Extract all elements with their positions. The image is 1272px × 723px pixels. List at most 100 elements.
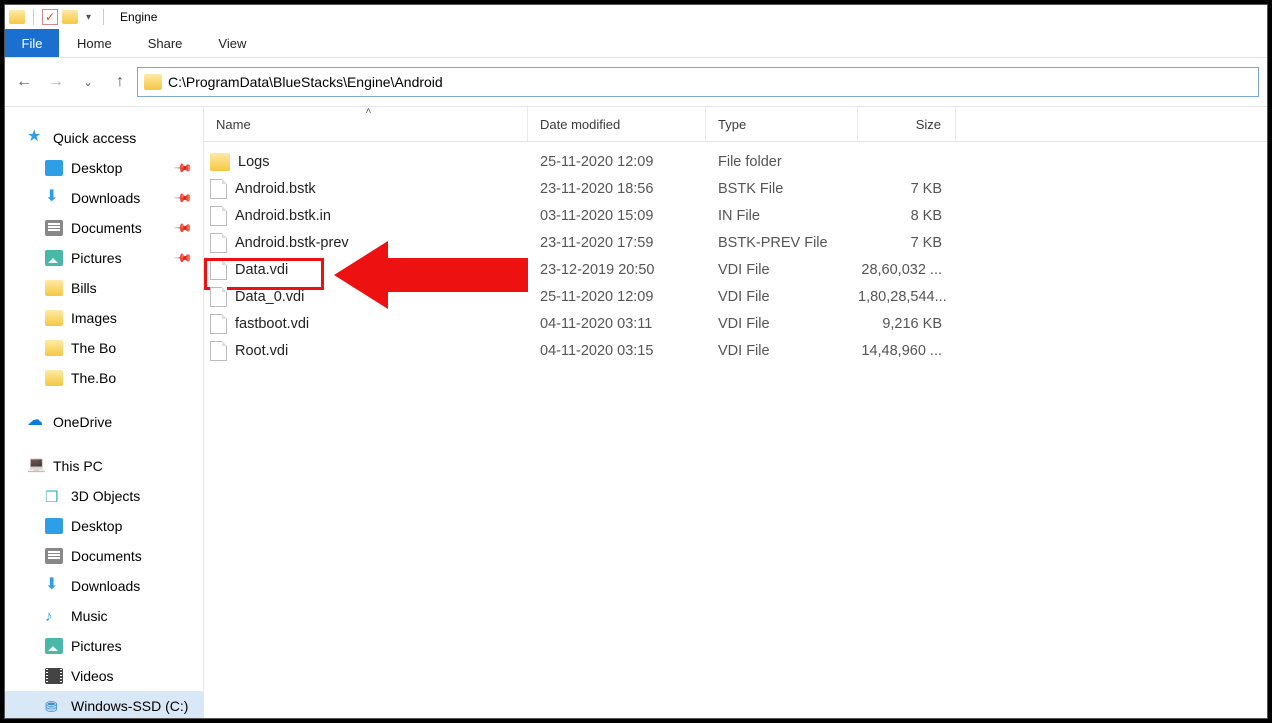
file-row[interactable]: Data_0.vdi25-11-2020 12:09VDI File1,80,2… bbox=[204, 283, 1267, 310]
sidebar-label: OneDrive bbox=[53, 414, 112, 430]
file-type: BSTK-PREV File bbox=[706, 235, 858, 251]
file-icon bbox=[210, 206, 227, 226]
pin-icon: 📌 bbox=[173, 248, 193, 268]
column-date[interactable]: Date modified bbox=[528, 107, 706, 141]
sidebar-item-label: Bills bbox=[71, 280, 97, 296]
file-row[interactable]: Logs25-11-2020 12:09File folder bbox=[204, 148, 1267, 175]
tab-home[interactable]: Home bbox=[59, 29, 130, 57]
file-row[interactable]: Android.bstk23-11-2020 18:56BSTK File7 K… bbox=[204, 175, 1267, 202]
file-name: Android.bstk.in bbox=[235, 208, 331, 224]
sort-ascending-icon: ˄ bbox=[366, 106, 372, 117]
forward-button[interactable]: → bbox=[41, 66, 71, 98]
sidebar-item-label: The Bo bbox=[71, 340, 116, 356]
video-icon bbox=[45, 668, 63, 684]
address-bar[interactable]: C:\ProgramData\BlueStacks\Engine\Android bbox=[137, 67, 1259, 97]
sidebar-item[interactable]: Desktop 📌 bbox=[5, 153, 203, 183]
sidebar-item[interactable]: Videos bbox=[5, 661, 203, 691]
navigation-pane: Quick access Desktop📌Downloads📌Documents… bbox=[5, 107, 204, 718]
pin-icon: 📌 bbox=[173, 158, 193, 178]
file-size: 7 KB bbox=[858, 235, 956, 251]
star-icon bbox=[27, 130, 45, 146]
sidebar-item[interactable]: The Bo bbox=[5, 333, 203, 363]
sidebar-item[interactable]: Documents 📌 bbox=[5, 213, 203, 243]
sidebar-label: This PC bbox=[53, 458, 103, 474]
sidebar-this-pc[interactable]: This PC bbox=[5, 451, 203, 481]
separator bbox=[103, 9, 104, 25]
folder-icon bbox=[45, 370, 63, 386]
file-type: VDI File bbox=[706, 343, 858, 359]
cube-icon bbox=[45, 488, 63, 504]
folder-icon bbox=[45, 280, 63, 296]
sidebar-item-label: Downloads bbox=[71, 190, 140, 206]
file-size: 14,48,960 ... bbox=[858, 343, 956, 359]
file-size: 8 KB bbox=[858, 208, 956, 224]
sidebar-item[interactable]: Pictures bbox=[5, 631, 203, 661]
file-date: 03-11-2020 15:09 bbox=[528, 208, 706, 224]
column-type[interactable]: Type bbox=[706, 107, 858, 141]
sidebar-item-label: Pictures bbox=[71, 638, 122, 654]
recent-dropdown-icon[interactable]: ⌄ bbox=[73, 66, 103, 98]
qat-properties-icon[interactable]: ✓ bbox=[42, 9, 58, 25]
sidebar-item[interactable]: The.Bo bbox=[5, 363, 203, 393]
music-icon bbox=[45, 608, 63, 624]
sidebar-item-label: Desktop bbox=[71, 160, 122, 176]
pic-icon bbox=[45, 638, 63, 654]
folder-icon bbox=[45, 310, 63, 326]
file-name: Data_0.vdi bbox=[235, 289, 304, 305]
ssd-icon bbox=[45, 698, 63, 714]
file-name: fastboot.vdi bbox=[235, 316, 309, 332]
column-size[interactable]: Size bbox=[858, 107, 956, 141]
file-row[interactable]: Android.bstk.in 03-11-2020 15:09IN File8 … bbox=[204, 202, 1267, 229]
qat-customize-icon[interactable]: ▾ bbox=[82, 12, 95, 23]
sidebar-item[interactable]: 3D Objects bbox=[5, 481, 203, 511]
window-title: Engine bbox=[112, 10, 157, 24]
sidebar-item[interactable]: Pictures📌 bbox=[5, 243, 203, 273]
file-type: IN File bbox=[706, 208, 858, 224]
sidebar-item-label: Downloads bbox=[71, 578, 140, 594]
sidebar-quick-access[interactable]: Quick access bbox=[5, 123, 203, 153]
sidebar-item-label: Windows-SSD (C:) bbox=[71, 698, 188, 714]
sidebar-item[interactable]: Downloads bbox=[5, 571, 203, 601]
desktop-icon bbox=[45, 518, 63, 534]
desktop-icon bbox=[45, 160, 63, 176]
sidebar-item[interactable]: Desktop bbox=[5, 511, 203, 541]
sidebar-item[interactable]: Images bbox=[5, 303, 203, 333]
sidebar-onedrive[interactable]: OneDrive bbox=[5, 407, 203, 437]
sidebar-item-label: Documents bbox=[71, 220, 142, 236]
pin-icon: 📌 bbox=[173, 218, 193, 238]
sidebar-item[interactable]: Downloads📌 bbox=[5, 183, 203, 213]
navigation-bar: ← → ⌄ ↑ C:\ProgramData\BlueStacks\Engine… bbox=[5, 58, 1267, 107]
folder-icon bbox=[45, 340, 63, 356]
file-type: VDI File bbox=[706, 316, 858, 332]
tab-file[interactable]: File bbox=[5, 29, 59, 57]
file-row[interactable]: Android.bstk-prev23-11-2020 17:59BSTK-PR… bbox=[204, 229, 1267, 256]
sidebar-item[interactable]: Documents bbox=[5, 541, 203, 571]
qat-newfolder-icon[interactable] bbox=[62, 10, 78, 24]
file-name: Android.bstk bbox=[235, 181, 316, 197]
dl-icon bbox=[45, 190, 63, 206]
sidebar-item[interactable]: Windows-SSD (C:) bbox=[5, 691, 203, 718]
dl-icon bbox=[45, 578, 63, 594]
file-type: VDI File bbox=[706, 289, 858, 305]
sidebar-item[interactable]: Music bbox=[5, 601, 203, 631]
file-row[interactable]: Root.vdi04-11-2020 03:15VDI File14,48,96… bbox=[204, 337, 1267, 364]
file-size: 7 KB bbox=[858, 181, 956, 197]
tab-share[interactable]: Share bbox=[130, 29, 201, 57]
file-row[interactable]: Data.vdi23-12-2019 20:50VDI File28,60,03… bbox=[204, 256, 1267, 283]
file-row[interactable]: fastboot.vdi04-11-2020 03:11VDI File9,21… bbox=[204, 310, 1267, 337]
sidebar-item-label: Images bbox=[71, 310, 117, 326]
up-button[interactable]: ↑ bbox=[105, 66, 135, 98]
sidebar-item-label: Videos bbox=[71, 668, 114, 684]
sidebar-item-label: Documents bbox=[71, 548, 142, 564]
sidebar-item[interactable]: Bills bbox=[5, 273, 203, 303]
file-name: Android.bstk-prev bbox=[235, 235, 349, 251]
sidebar-item-label: The.Bo bbox=[71, 370, 116, 386]
back-button[interactable]: ← bbox=[9, 66, 39, 98]
file-list: Name ˄ Date modified Type Size Logs25-11… bbox=[204, 107, 1267, 718]
file-type: File folder bbox=[706, 154, 858, 170]
tab-view[interactable]: View bbox=[200, 29, 264, 57]
address-path: C:\ProgramData\BlueStacks\Engine\Android bbox=[168, 74, 443, 90]
doc-icon bbox=[45, 220, 63, 236]
column-name[interactable]: Name ˄ bbox=[204, 107, 528, 141]
pc-icon bbox=[27, 458, 45, 474]
